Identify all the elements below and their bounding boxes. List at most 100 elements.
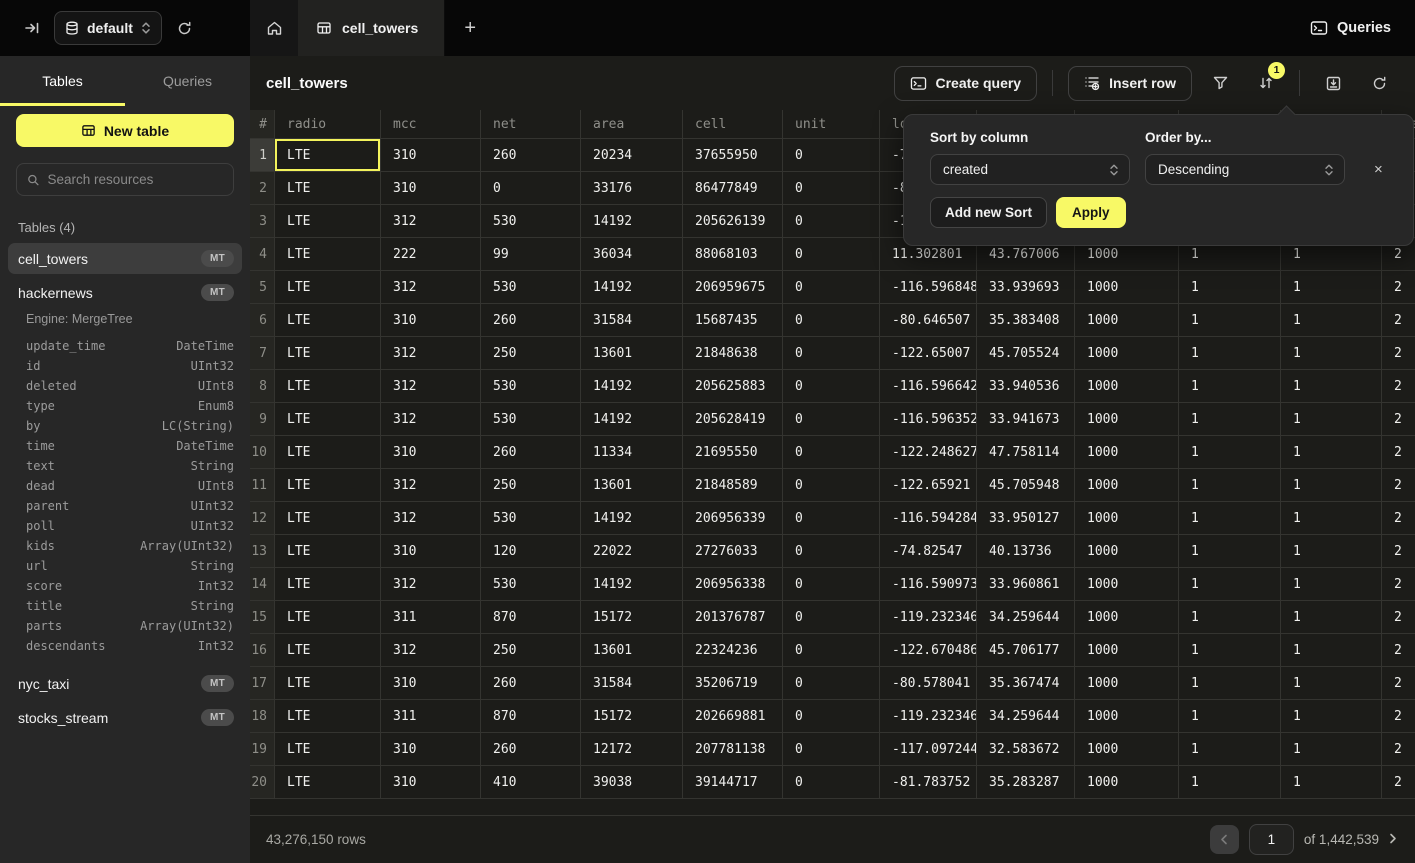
table-cell[interactable]: 0	[783, 502, 880, 535]
table-cell[interactable]: 22022	[581, 535, 683, 568]
table-cell[interactable]: 205625883	[683, 370, 783, 403]
prev-page-button[interactable]	[1210, 825, 1239, 854]
table-cell[interactable]: 312	[381, 634, 481, 667]
table-cell[interactable]: 530	[481, 370, 581, 403]
table-cell[interactable]: 2	[1382, 667, 1415, 700]
table-cell[interactable]: 260	[481, 139, 581, 172]
table-cell[interactable]: 1000	[1075, 469, 1179, 502]
row-number[interactable]: 3	[250, 205, 275, 238]
table-cell[interactable]: 27276033	[683, 535, 783, 568]
row-number[interactable]: 17	[250, 667, 275, 700]
table-cell[interactable]: 1000	[1075, 535, 1179, 568]
table-cell[interactable]: 0	[783, 238, 880, 271]
table-cell[interactable]: 33176	[581, 172, 683, 205]
sidebar-tab-tables[interactable]: Tables	[0, 56, 125, 106]
table-cell[interactable]: 410	[481, 766, 581, 799]
table-cell[interactable]: 312	[381, 271, 481, 304]
table-cell[interactable]: 206956338	[683, 568, 783, 601]
queries-button[interactable]: Queries	[1310, 20, 1391, 36]
apply-sort-button[interactable]: Apply	[1056, 197, 1126, 228]
table-cell[interactable]: 2	[1382, 370, 1415, 403]
column-header-cell[interactable]: cell	[683, 110, 783, 139]
table-cell[interactable]: LTE	[275, 337, 381, 370]
table-cell[interactable]: 15172	[581, 700, 683, 733]
table-cell[interactable]: 1000	[1075, 436, 1179, 469]
table-cell[interactable]: 1	[1179, 469, 1281, 502]
row-number[interactable]: 13	[250, 535, 275, 568]
table-cell[interactable]: 1	[1179, 601, 1281, 634]
column-header-area[interactable]: area	[581, 110, 683, 139]
table-cell[interactable]: 21695550	[683, 436, 783, 469]
table-cell[interactable]: 1	[1281, 370, 1382, 403]
table-cell[interactable]: 14192	[581, 568, 683, 601]
table-cell[interactable]: 530	[481, 403, 581, 436]
table-cell[interactable]: 1	[1281, 667, 1382, 700]
row-number[interactable]: 15	[250, 601, 275, 634]
column-header-net[interactable]: net	[481, 110, 581, 139]
table-cell[interactable]: LTE	[275, 535, 381, 568]
insert-row-button[interactable]: Insert row	[1068, 66, 1192, 101]
table-cell[interactable]: 1000	[1075, 271, 1179, 304]
table-cell[interactable]: 33.941673	[977, 403, 1075, 436]
table-cell[interactable]: 33.940536	[977, 370, 1075, 403]
table-cell[interactable]: 1	[1281, 502, 1382, 535]
table-cell[interactable]: 0	[783, 304, 880, 337]
table-cell[interactable]: 1	[1179, 403, 1281, 436]
table-cell[interactable]: 1	[1281, 535, 1382, 568]
table-cell[interactable]: 1000	[1075, 568, 1179, 601]
table-cell[interactable]: 870	[481, 601, 581, 634]
database-selector[interactable]: default	[54, 11, 162, 45]
table-cell[interactable]: 1	[1281, 271, 1382, 304]
sort-column-select[interactable]: created	[930, 154, 1130, 185]
table-cell[interactable]: 206959675	[683, 271, 783, 304]
table-cell[interactable]: 0	[783, 205, 880, 238]
table-cell[interactable]: -119.232346	[880, 601, 977, 634]
table-cell[interactable]: 0	[783, 403, 880, 436]
table-cell[interactable]: 1	[1179, 535, 1281, 568]
table-cell[interactable]: LTE	[275, 502, 381, 535]
table-cell[interactable]: 310	[381, 766, 481, 799]
table-cell[interactable]: 0	[783, 601, 880, 634]
table-cell[interactable]: 0	[783, 469, 880, 502]
page-number-input[interactable]	[1249, 824, 1294, 855]
table-cell[interactable]: 33.960861	[977, 568, 1075, 601]
table-cell[interactable]: LTE	[275, 436, 381, 469]
table-cell[interactable]: 0	[783, 172, 880, 205]
row-number[interactable]: 11	[250, 469, 275, 502]
table-cell[interactable]: 21848589	[683, 469, 783, 502]
table-cell[interactable]: 2	[1382, 700, 1415, 733]
table-cell[interactable]: 1000	[1075, 304, 1179, 337]
create-query-button[interactable]: Create query	[894, 66, 1038, 101]
row-number[interactable]: 5	[250, 271, 275, 304]
table-cell[interactable]: 0	[783, 568, 880, 601]
row-number[interactable]: 2	[250, 172, 275, 205]
sidebar-item-hackernews[interactable]: hackernews MT	[8, 277, 242, 308]
table-cell[interactable]: 1000	[1075, 601, 1179, 634]
table-cell[interactable]: 205626139	[683, 205, 783, 238]
table-cell[interactable]: 14192	[581, 502, 683, 535]
table-cell[interactable]: 1	[1179, 271, 1281, 304]
table-cell[interactable]: 312	[381, 337, 481, 370]
table-cell[interactable]: 310	[381, 667, 481, 700]
table-cell[interactable]: 34.259644	[977, 700, 1075, 733]
row-number[interactable]: 1	[250, 139, 275, 172]
table-cell[interactable]: 260	[481, 667, 581, 700]
table-cell[interactable]: 45.706177	[977, 634, 1075, 667]
table-cell[interactable]: 45.705524	[977, 337, 1075, 370]
row-number[interactable]: 12	[250, 502, 275, 535]
row-number[interactable]: 9	[250, 403, 275, 436]
table-cell[interactable]: 310	[381, 535, 481, 568]
new-tab-button[interactable]: +	[445, 0, 495, 56]
table-cell[interactable]: 36034	[581, 238, 683, 271]
table-cell[interactable]: 1	[1179, 667, 1281, 700]
sidebar-item-stocks-stream[interactable]: stocks_stream MT	[8, 702, 242, 733]
search-resources[interactable]	[16, 163, 234, 196]
table-cell[interactable]: 312	[381, 370, 481, 403]
table-cell[interactable]: -116.596848	[880, 271, 977, 304]
sidebar-tab-queries[interactable]: Queries	[125, 56, 250, 106]
table-cell[interactable]: 1	[1281, 700, 1382, 733]
row-number[interactable]: 7	[250, 337, 275, 370]
table-cell[interactable]: 1000	[1075, 337, 1179, 370]
table-cell[interactable]: 1	[1281, 403, 1382, 436]
refresh-data-button[interactable]	[1361, 66, 1397, 101]
